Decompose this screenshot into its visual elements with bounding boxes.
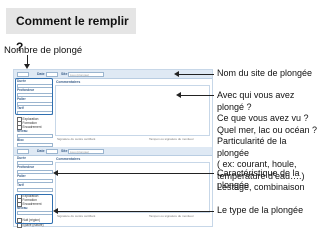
annotation-characteristics: Caractéristique de la plongée <box>217 168 300 191</box>
entry-1-site-input[interactable]: Lieu (plongée) <box>68 71 104 77</box>
dive-notes-line-2: Ce que vous avez vu ? <box>217 113 309 123</box>
arrow-site-name-head <box>174 71 179 77</box>
highlight-dive-characteristics <box>15 78 53 115</box>
entry-2-price-field[interactable]: Tarif <box>16 183 53 193</box>
entry-2-header: Date Site Lieu (plongée) <box>14 147 212 156</box>
dive-count-label: Nombre de plongé <box>4 45 83 56</box>
entry-1-site-label: Site <box>61 71 68 76</box>
arrow-site-name <box>178 74 214 75</box>
slide-title: Comment le remplir ? <box>6 8 136 54</box>
arrow-dive-type-head <box>53 208 58 214</box>
annotation-dive-type: Le type de la plongée <box>217 205 304 215</box>
entry-2-date-input[interactable] <box>46 148 58 154</box>
highlight-dive-type <box>15 194 53 224</box>
entry-1-footer-label: Signature du centre certifiant <box>57 137 96 141</box>
entry-2-comments-textarea[interactable] <box>55 162 210 213</box>
dive-notes-line-3: Quel mer, lac ou océan ? <box>217 124 318 135</box>
entry-2-site-input[interactable]: Lieu (plongée) <box>68 148 104 154</box>
arrow-characteristics-head <box>53 170 58 176</box>
entry-1-comments-textarea[interactable] <box>55 85 210 136</box>
entry-1-date-label: Date <box>37 71 45 76</box>
dive-notes-line-1: Avec qui vous avez plongé ? <box>217 90 295 112</box>
logbook-form: Date Site Lieu (plongée) Commentaires Du… <box>13 69 213 228</box>
entry-1-date-input[interactable] <box>46 71 58 77</box>
annotation-site-name: Nom du site de plongée <box>217 68 313 78</box>
entry-1-number-field[interactable] <box>17 71 29 77</box>
entry-2-footer-label: Signature du centre certifiant <box>57 214 96 218</box>
arrow-dive-notes <box>180 95 214 96</box>
entry-2-site-label: Site <box>61 148 68 153</box>
dive-notes-line-4: Particularité de la plongée <box>217 136 287 158</box>
characteristics-line-2: plongée <box>217 179 250 190</box>
arrow-characteristics <box>57 173 214 174</box>
entry-2-stamp-label: Tampon ou signature du moniteur <box>149 214 194 218</box>
entry-1-stamp-label: Tampon ou signature du moniteur <box>149 137 194 141</box>
entry-2-number-field[interactable] <box>17 148 29 154</box>
characteristics-line-1: Caractéristique de la <box>217 168 300 178</box>
arrow-dive-type <box>57 211 214 212</box>
arrow-dive-notes-head <box>176 92 181 98</box>
entry-2-date-label: Date <box>37 148 45 153</box>
